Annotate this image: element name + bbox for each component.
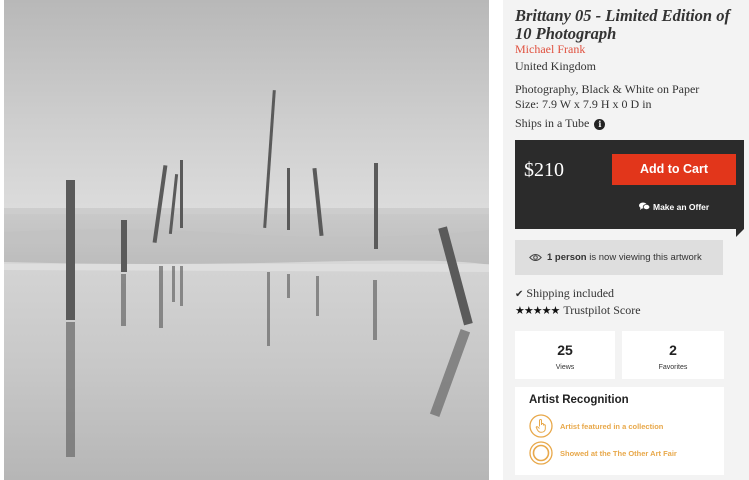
circle-badge-icon bbox=[529, 441, 553, 465]
artist-recognition-title: Artist Recognition bbox=[529, 394, 629, 406]
make-offer-label: Make an Offer bbox=[653, 202, 710, 212]
recognition-item-label: Showed at the The Other Art Fair bbox=[560, 449, 677, 458]
shipping-format: Ships in a Tube i bbox=[515, 116, 606, 131]
eye-icon bbox=[529, 254, 542, 261]
views-label: Views bbox=[555, 364, 575, 371]
artwork-details-panel: Brittany 05 - Limited Edition of 10 Phot… bbox=[503, 0, 749, 480]
trustpilot-score[interactable]: ★★★★★ Trustpilot Score bbox=[515, 303, 641, 318]
info-icon[interactable]: i bbox=[594, 119, 606, 130]
star-rating-icon: ★★★★★ bbox=[515, 304, 560, 317]
artist-recognition-card: Artist Recognition Artist featured in a … bbox=[515, 387, 724, 475]
make-offer-button[interactable]: Make an Offer bbox=[639, 202, 709, 212]
viewing-text: is now viewing this artwork bbox=[586, 252, 702, 263]
favorites-label: Favorites bbox=[658, 364, 688, 371]
favorites-count: 2 bbox=[669, 342, 677, 358]
trustpilot-label: Trustpilot Score bbox=[563, 303, 641, 317]
recognition-item-label: Artist featured in a collection bbox=[560, 422, 664, 431]
viewing-count: 1 person bbox=[547, 252, 587, 263]
viewing-now-banner: 1 person is now viewing this artwork bbox=[515, 240, 723, 275]
price: $210 bbox=[524, 159, 564, 181]
add-to-cart-button[interactable]: Add to Cart bbox=[612, 154, 736, 185]
buy-box-corner bbox=[736, 229, 744, 237]
artwork-image[interactable] bbox=[4, 0, 489, 480]
shipping-included-label: Shipping included bbox=[526, 286, 615, 300]
views-count: 25 bbox=[557, 342, 573, 358]
shipping-format-label: Ships in a Tube bbox=[515, 116, 590, 130]
artwork-title: Brittany 05 - Limited Edition of 10 Phot… bbox=[515, 6, 730, 43]
favorites-stat[interactable]: 2 Favorites bbox=[622, 331, 724, 379]
shipping-included: ✔ Shipping included bbox=[515, 286, 614, 301]
hand-pointer-icon bbox=[529, 414, 553, 438]
artwork-photo-graphic bbox=[4, 0, 489, 480]
artwork-medium: Photography, Black & White on Paper bbox=[515, 82, 700, 96]
artist-link[interactable]: Michael Frank bbox=[515, 42, 585, 57]
artist-country: United Kingdom bbox=[515, 59, 596, 73]
artwork-size: Size: 7.9 W x 7.9 H x 0 D in bbox=[515, 97, 652, 111]
checkmark-icon: ✔ bbox=[515, 289, 524, 300]
buy-box: $210 Add to Cart Make an Offer bbox=[515, 140, 744, 229]
views-stat: 25 Views bbox=[515, 331, 615, 379]
chat-bubbles-icon bbox=[639, 202, 651, 210]
